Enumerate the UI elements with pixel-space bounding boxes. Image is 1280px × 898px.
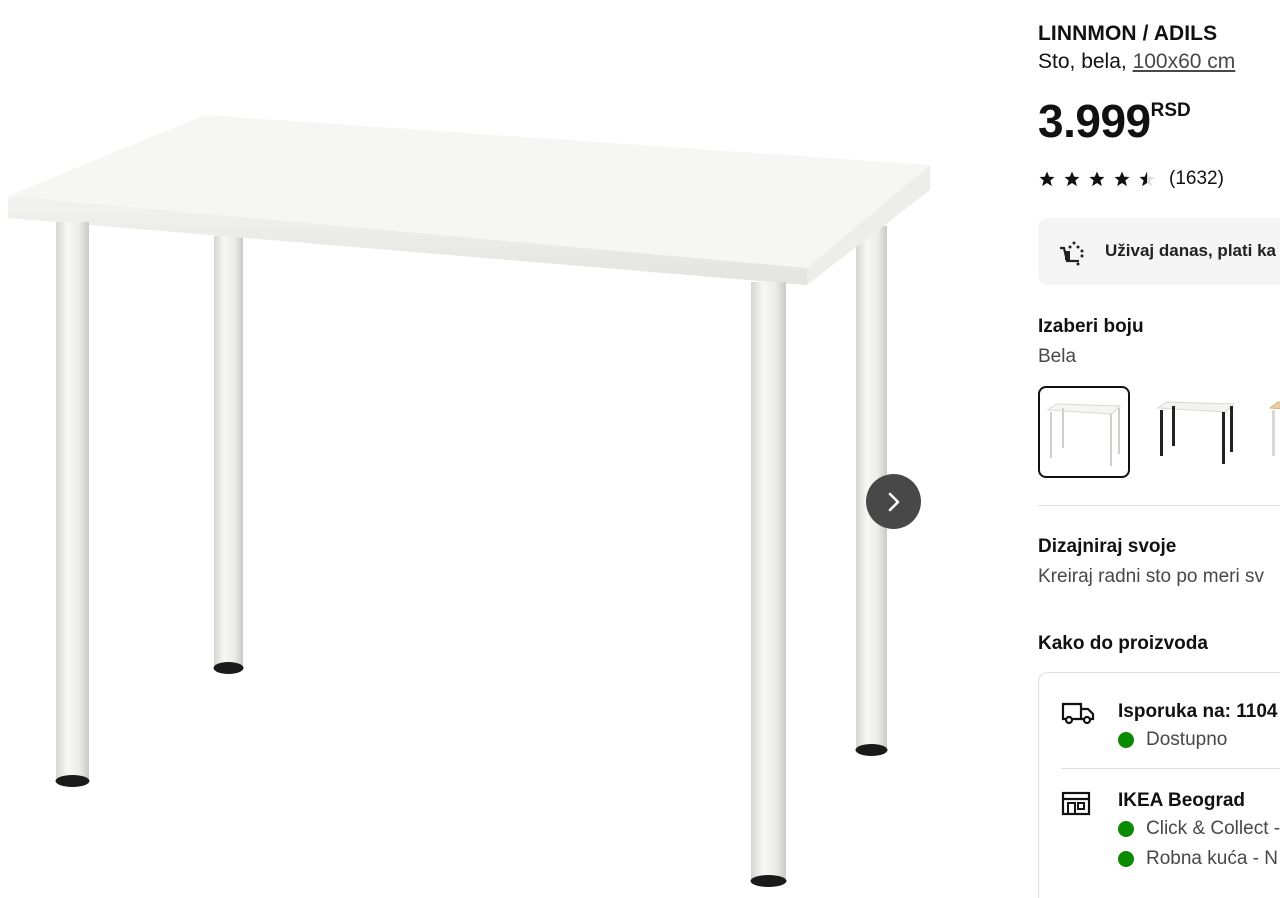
store-icon xyxy=(1061,791,1091,816)
price-amount: 3.999 xyxy=(1038,95,1151,147)
pay-later-text: Uživaj danas, plati ka xyxy=(1105,241,1277,260)
availability-card: Isporuka na: 1104 Dostupno IKEA Beograd … xyxy=(1038,672,1280,898)
store-status-in-store: Robna kuća - N xyxy=(1118,848,1278,870)
product-rating[interactable]: (1632) xyxy=(1038,168,1224,190)
product-image xyxy=(8,115,930,887)
truck-icon xyxy=(1061,702,1095,725)
black-legs-table-thumbnail xyxy=(1156,401,1236,464)
click-collect-text: Click & Collect - xyxy=(1146,818,1280,839)
selected-color-label: Bela xyxy=(1038,346,1077,367)
in-store-text: Robna kuća - N xyxy=(1146,848,1279,869)
review-count: (1632) xyxy=(1169,168,1224,189)
color-swatch-black-legs[interactable] xyxy=(1150,386,1242,478)
birch-table-thumbnail xyxy=(1268,401,1280,456)
star-full-icon xyxy=(1039,171,1055,187)
white-table-thumbnail xyxy=(1046,403,1122,466)
store-status-click-collect: Click & Collect - xyxy=(1118,818,1280,840)
product-page: LINNMON / ADILS Sto, bela, 100x60 cm 3.9… xyxy=(0,0,1280,898)
star-full-icon xyxy=(1089,171,1105,187)
pay-later-banner[interactable]: Uživaj danas, plati ka xyxy=(1038,218,1280,285)
product-description-text: Sto, bela, xyxy=(1038,50,1133,73)
delivery-status-text: Dostupno xyxy=(1146,729,1228,750)
color-picker-heading: Izaberi boju xyxy=(1038,316,1144,337)
product-price: 3.999RSD xyxy=(1038,94,1191,148)
color-swatch-birch[interactable] xyxy=(1262,386,1280,478)
delivery-status: Dostupno xyxy=(1118,729,1227,751)
product-description: Sto, bela, 100x60 cm xyxy=(1038,50,1235,74)
section-divider xyxy=(1038,505,1280,506)
chevron-right-icon xyxy=(888,492,899,511)
availability-heading: Kako do proizvoda xyxy=(1038,633,1208,654)
design-heading: Dizajniraj svoje xyxy=(1038,536,1177,557)
next-image-button[interactable] xyxy=(866,474,921,529)
design-text[interactable]: Kreiraj radni sto po meri sv xyxy=(1038,566,1264,588)
status-dot-icon xyxy=(1118,851,1134,867)
product-gallery xyxy=(0,0,940,898)
product-size-link[interactable]: 100x60 cm xyxy=(1133,50,1236,73)
product-name: LINNMON / ADILS xyxy=(1038,22,1218,45)
star-full-icon xyxy=(1064,171,1080,187)
status-dot-icon xyxy=(1118,821,1134,837)
cart-payment-icon xyxy=(1060,241,1084,266)
star-full-icon xyxy=(1114,171,1130,187)
store-title: IKEA Beograd xyxy=(1118,790,1246,811)
delivery-title: Isporuka na: 1104 xyxy=(1118,701,1278,722)
card-divider xyxy=(1061,768,1280,769)
color-swatch-white[interactable] xyxy=(1038,386,1130,478)
price-currency: RSD xyxy=(1150,100,1191,121)
status-dot-icon xyxy=(1118,732,1134,748)
product-info-panel: LINNMON / ADILS Sto, bela, 100x60 cm 3.9… xyxy=(1038,0,1280,898)
star-half-icon xyxy=(1139,171,1155,187)
